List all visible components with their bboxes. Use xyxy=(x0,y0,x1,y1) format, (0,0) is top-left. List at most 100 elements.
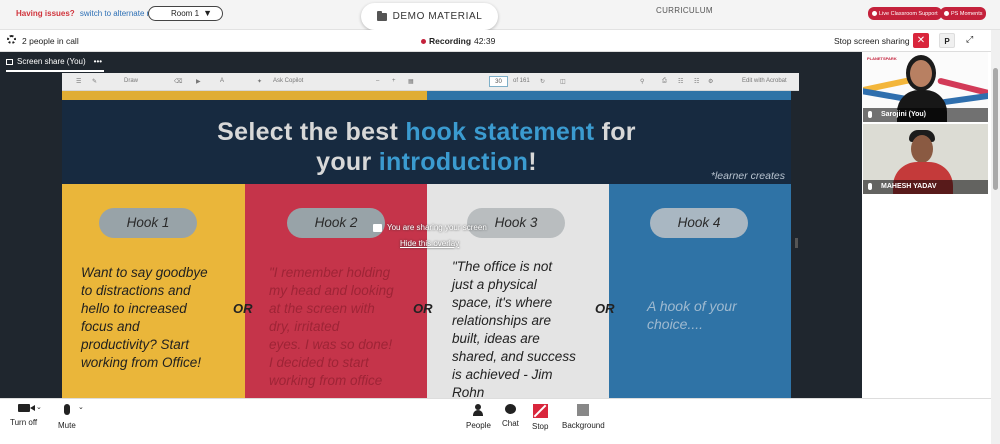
text-line: choice.... xyxy=(647,316,704,332)
background-wave xyxy=(940,92,988,106)
people-icon xyxy=(473,404,484,416)
text-line: focus and xyxy=(81,319,140,334)
hook-2-pill: Hook 2 xyxy=(287,208,385,238)
highlight-icon[interactable]: ✎ xyxy=(92,78,97,85)
text-line: at the screen with xyxy=(269,301,375,316)
sharing-message: You are sharing your screen xyxy=(387,223,487,232)
window-scrollbar[interactable] xyxy=(991,30,1000,444)
participant-name-text: Sarojini (You) xyxy=(881,111,926,118)
text-line: my head and looking xyxy=(269,283,394,298)
edit-with-acrobat-button[interactable]: Edit with Acrobat xyxy=(742,78,787,84)
monitor-icon xyxy=(6,58,13,65)
people-button[interactable]: People xyxy=(466,404,491,430)
recording-dot-icon xyxy=(421,38,426,44)
hook-1-pill: Hook 1 xyxy=(99,208,197,238)
text-line: to distractions and xyxy=(81,283,191,298)
mic-options-chevron-icon[interactable]: ⌄ xyxy=(78,403,84,411)
fullscreen-icon[interactable]: ⤢ xyxy=(966,34,973,45)
text-line: shared, and success xyxy=(452,349,576,364)
text-line: hello to increased xyxy=(81,301,187,316)
mic-icon xyxy=(868,111,872,118)
text-line: eyes. I was so done! xyxy=(269,337,393,352)
live-support-label: Live Classroom Support xyxy=(879,10,938,17)
text-icon[interactable]: A xyxy=(220,78,224,84)
text-line: space, it's where xyxy=(452,295,553,310)
erase-icon[interactable]: ⌫ xyxy=(174,78,182,85)
draw-button[interactable]: Draw xyxy=(124,78,138,84)
page-edge-blue xyxy=(427,91,791,100)
microphone-icon xyxy=(63,404,70,415)
pdf-scrollbar-thumb[interactable] xyxy=(795,238,798,248)
recording-time: 42:39 xyxy=(474,36,496,46)
chat-button[interactable]: Chat xyxy=(502,404,519,428)
room-select[interactable]: Room 1 ▼ xyxy=(148,6,223,21)
mute-button[interactable]: Mute xyxy=(58,404,76,430)
p-button[interactable]: P xyxy=(939,33,955,48)
hook-1-text: Want to say goodbye to distractions and … xyxy=(81,264,208,372)
camera-icon xyxy=(17,404,35,412)
print-icon[interactable]: ⎙ xyxy=(662,78,667,85)
settings-icon[interactable]: ⚙ xyxy=(708,78,713,85)
participant-face xyxy=(911,135,933,163)
support-icon xyxy=(872,11,877,16)
stop-share-button[interactable]: Stop xyxy=(532,404,548,431)
stage-right-margin xyxy=(799,73,862,398)
mute-label: Mute xyxy=(58,421,76,430)
text-line: built, ideas are xyxy=(452,331,540,346)
screen-share-tab[interactable]: Screen share (You) ••• xyxy=(6,57,102,66)
ps-moments-button[interactable]: PS Moments xyxy=(940,7,987,20)
turn-off-camera-button[interactable]: Turn off xyxy=(10,404,37,427)
issues-notice: Having issues? switch to alternate room xyxy=(16,9,165,18)
rotate-icon[interactable]: ↻ xyxy=(540,78,545,85)
hook-4-column: Hook 4 A hook of your choice.... xyxy=(609,184,791,398)
fit-page-icon[interactable]: ▦ xyxy=(408,78,414,85)
recording-indicator: Recording 42:39 xyxy=(421,36,495,46)
hook-4-pill: Hook 4 xyxy=(650,208,748,238)
stop-sharing-close-button[interactable]: ✕ xyxy=(913,33,929,48)
page-edge-yellow xyxy=(62,91,427,100)
stop-label: Stop xyxy=(532,422,549,431)
page-number-input[interactable]: 30 xyxy=(489,76,508,87)
hook-3-text: "The office is not just a physical space… xyxy=(452,258,576,402)
recording-label: Recording xyxy=(429,36,472,46)
search-icon[interactable]: ⚲ xyxy=(640,78,644,85)
slide-title-part: for xyxy=(594,118,636,146)
save-icon[interactable]: ☷ xyxy=(678,78,683,85)
participant-tile[interactable]: MAHESH YADAV xyxy=(863,124,988,194)
pdf-slide: Select the best hook statement for your … xyxy=(62,100,791,400)
tab-underline xyxy=(6,70,104,72)
screen-share-tab-label: Screen share (You) xyxy=(17,57,86,66)
read-aloud-icon[interactable]: ▶ xyxy=(196,78,201,85)
curriculum-tab[interactable]: CURRICULUM xyxy=(656,6,713,15)
save-as-icon[interactable]: ☷ xyxy=(694,78,699,85)
live-support-button[interactable]: Live Classroom Support xyxy=(868,7,942,20)
bottom-controls: Turn off ⌄ Mute ⌄ People Chat Stop Backg… xyxy=(0,398,991,444)
hide-overlay-link[interactable]: Hide this overlay xyxy=(400,239,459,248)
hook-3-column: Hook 3 "The office is not just a physica… xyxy=(427,184,609,400)
zoom-out-icon[interactable]: – xyxy=(376,78,379,84)
gear-icon[interactable] xyxy=(7,35,16,44)
participant-tile[interactable]: PLANETSPARK Sarojini (You) xyxy=(863,52,988,122)
slide-title-highlight: hook statement xyxy=(405,118,595,146)
text-line: productivity? Start xyxy=(81,337,190,352)
copilot-icon[interactable]: ✦ xyxy=(257,78,262,85)
zoom-in-icon[interactable]: + xyxy=(392,78,396,84)
window-scrollbar-thumb[interactable] xyxy=(993,68,998,190)
slide-title-part: ! xyxy=(528,148,537,176)
more-options-icon[interactable]: ••• xyxy=(94,57,102,66)
ask-copilot-button[interactable]: Ask Copilot xyxy=(273,78,303,84)
demo-material-button[interactable]: DEMO MATERIAL xyxy=(361,3,498,30)
learner-note: *learner creates xyxy=(710,170,785,182)
text-line: Want to say goodbye xyxy=(81,265,208,280)
camera-options-chevron-icon[interactable]: ⌄ xyxy=(36,403,42,411)
pdf-toolbar: ☰ ✎ Draw ⌫ ▶ A ✦ Ask Copilot – + ▦ 30 of… xyxy=(62,73,799,91)
caret-down-icon: ▼ xyxy=(203,8,212,18)
list-icon[interactable]: ☰ xyxy=(76,78,81,85)
hook-2-text: "I remember holding my head and looking … xyxy=(269,264,394,390)
page-view-icon[interactable]: ◫ xyxy=(560,78,566,85)
participant-face xyxy=(910,60,932,87)
ps-moments-label: PS Moments xyxy=(951,10,983,17)
people-count: 2 people in call xyxy=(22,36,79,46)
text-line: just a physical xyxy=(452,277,537,292)
background-button[interactable]: Background xyxy=(562,404,605,430)
